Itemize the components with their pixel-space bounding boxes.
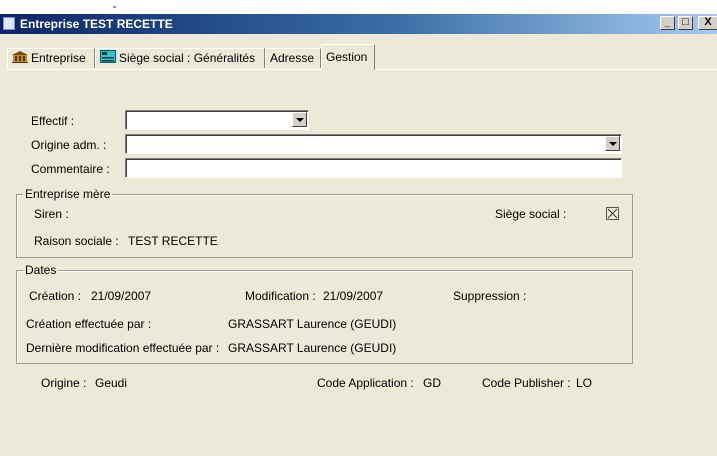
tab-siege-social[interactable]: Siège social : Généralités (95, 48, 265, 68)
effectif-select[interactable] (125, 110, 309, 130)
creation-value: 21/09/2007 (91, 289, 152, 303)
tab-adresse-label: Adresse (270, 51, 315, 65)
origine-label: Origine : (41, 376, 87, 390)
dates-title: Dates (23, 263, 59, 277)
modified-by-label: Dernière modification effectuée par : (26, 341, 220, 355)
tab-adresse[interactable]: Adresse (265, 48, 321, 68)
effectif-dropdown-arrow-icon[interactable] (292, 112, 307, 127)
restore-button[interactable]: □ (678, 16, 693, 30)
creation-label: Création : (29, 289, 82, 303)
entreprise-mere-group: Entreprise mère (16, 187, 633, 258)
commentaire-input[interactable] (125, 158, 622, 178)
tab-entreprise-label: Entreprise (31, 51, 86, 65)
siren-label: Siren : (34, 207, 69, 221)
raison-sociale-value: TEST RECETTE (128, 234, 218, 248)
created-by-label: Création effectuée par : (26, 317, 152, 331)
title-bar[interactable]: Entreprise TEST RECETTE _ □ X (0, 14, 717, 34)
siege-social-checkbox[interactable] (606, 207, 619, 220)
raison-sociale-label: Raison sociale : (34, 234, 119, 248)
code-publisher-value: LO (576, 376, 593, 390)
code-application-label: Code Application : (317, 376, 414, 390)
window-title: Entreprise TEST RECETTE (20, 17, 173, 31)
suppression-label: Suppression : (453, 289, 527, 303)
minimize-button[interactable]: _ (660, 16, 675, 30)
code-application-value: GD (423, 376, 441, 390)
office-icon (100, 49, 116, 68)
origine-adm-select[interactable] (125, 134, 622, 154)
origine-adm-dropdown-arrow-icon[interactable] (605, 136, 620, 151)
building-icon (12, 50, 28, 68)
origine-value: Geudi (95, 376, 128, 390)
document-icon (3, 17, 15, 30)
top-strip (0, 0, 717, 14)
tab-entreprise[interactable]: Entreprise (7, 48, 95, 68)
modification-label: Modification : (245, 289, 316, 303)
tab-gestion-label: Gestion (326, 50, 368, 64)
close-button[interactable]: X (698, 16, 717, 30)
entreprise-mere-title: Entreprise mère (23, 187, 113, 201)
effectif-label: Effectif : (31, 114, 75, 128)
created-by-value: GRASSART Laurence (GEUDI) (228, 317, 397, 331)
tab-gestion[interactable]: Gestion (321, 44, 375, 70)
tab-siege-social-label: Siège social : Généralités (119, 51, 256, 65)
siege-social-label: Siège social : (495, 207, 567, 221)
app-window: Entreprise TEST RECETTE _ □ X Entreprise (0, 0, 717, 456)
modified-by-value: GRASSART Laurence (GEUDI) (228, 341, 397, 355)
commentaire-label: Commentaire : (31, 162, 110, 176)
origine-adm-label: Origine adm. : (31, 138, 107, 152)
modification-value: 21/09/2007 (323, 289, 384, 303)
code-publisher-label: Code Publisher : (482, 376, 571, 390)
checkmark-cross-icon (607, 208, 618, 219)
